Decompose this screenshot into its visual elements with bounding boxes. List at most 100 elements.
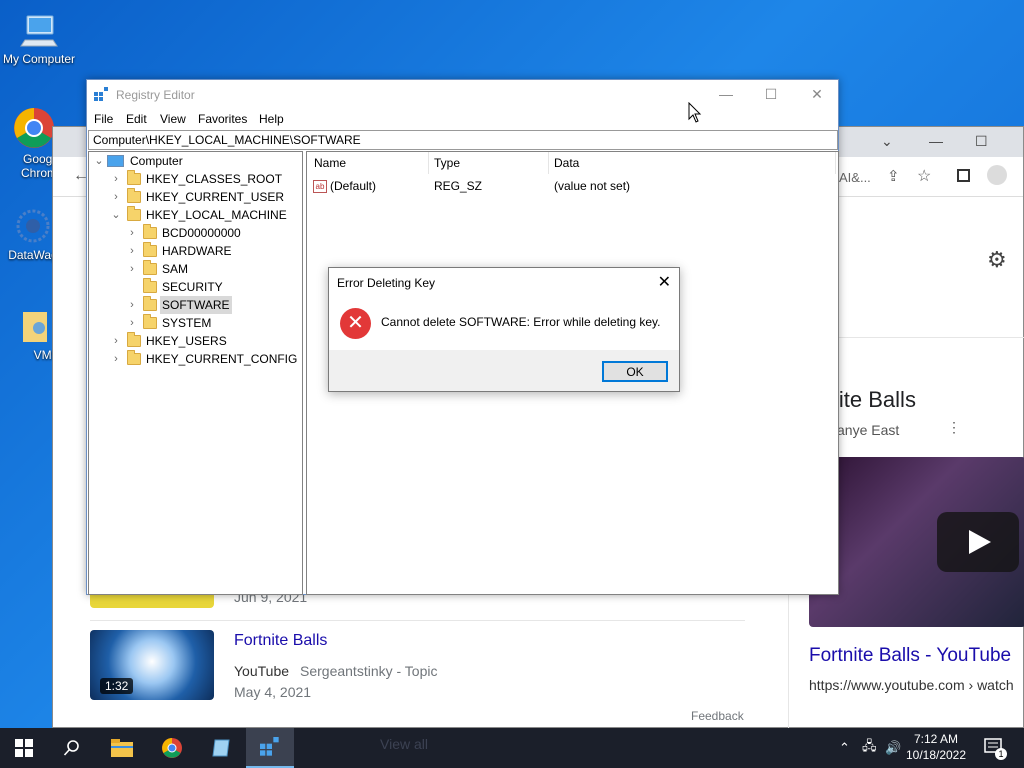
chevron-down-icon[interactable]: ⌄ <box>881 133 893 150</box>
chevron-right-icon[interactable]: › <box>127 296 137 314</box>
chevron-down-icon[interactable]: ⌄ <box>94 152 104 170</box>
computer-icon <box>107 155 124 167</box>
menu-file[interactable]: File <box>94 112 113 126</box>
bookmark-star-icon[interactable]: ☆ <box>917 166 931 186</box>
desktop-icon-label: My Computer <box>2 52 76 66</box>
chevron-down-icon[interactable]: ⌄ <box>111 206 121 224</box>
desktop-icon-label: DataWag <box>8 248 58 262</box>
error-icon: ✕ <box>340 308 371 339</box>
chevron-right-icon[interactable]: › <box>111 350 121 368</box>
menu-edit[interactable]: Edit <box>126 112 147 126</box>
value-name: (Default) <box>330 179 377 193</box>
value-row[interactable]: ab (Default) REG_SZ (value not set) <box>307 152 837 196</box>
profile-avatar[interactable] <box>987 165 1007 185</box>
titlebar: Registry Editor — ☐ ✕ <box>87 80 838 109</box>
tree-item-hkey-current-config[interactable]: › HKEY_CURRENT_CONFIG <box>89 350 299 368</box>
tree-item-security[interactable]: SECURITY <box>89 278 299 296</box>
tree-item-label: HKEY_CURRENT_CONFIG <box>146 352 298 366</box>
tree-item-label: BCD00000000 <box>162 226 241 240</box>
menu-view[interactable]: View <box>160 112 186 126</box>
more-vert-icon[interactable]: ⋮ <box>947 419 961 436</box>
panel-link-title[interactable]: Fortnite Balls - YouTube <box>809 645 1011 667</box>
share-icon[interactable]: ⇪ <box>887 167 900 185</box>
result-title[interactable]: Fortnite Balls <box>234 632 327 650</box>
chevron-right-icon[interactable]: › <box>111 188 121 206</box>
tree-item-bcd[interactable]: › BCD00000000 <box>89 224 299 242</box>
menu-favorites[interactable]: Favorites <box>198 112 247 126</box>
tree-item-system[interactable]: › SYSTEM <box>89 314 299 332</box>
tree-item-hkey-users[interactable]: › HKEY_USERS <box>89 332 299 350</box>
panel-video-thumbnail[interactable] <box>809 457 1024 627</box>
minimize-button[interactable]: — <box>703 80 749 109</box>
ok-button[interactable]: OK <box>602 361 668 382</box>
view-all-link[interactable]: View all <box>380 736 428 752</box>
user-folder-icon <box>13 306 53 346</box>
chevron-right-icon[interactable]: › <box>127 224 137 242</box>
feedback-link[interactable]: Feedback <box>691 709 744 723</box>
volume-icon[interactable]: 🔊 <box>885 728 901 768</box>
address-bar[interactable]: Computer\HKEY_LOCAL_MACHINE\SOFTWARE <box>88 130 838 150</box>
string-value-icon: ab <box>313 180 327 193</box>
chrome-icon <box>12 106 56 150</box>
chevron-right-icon[interactable]: › <box>111 170 121 188</box>
tree-item-label: HKEY_CURRENT_USER <box>146 190 285 204</box>
close-icon[interactable]: ✕ <box>658 272 671 292</box>
tree-item-hkey-classes-root[interactable]: › HKEY_CLASSES_ROOT <box>89 170 299 188</box>
tree-item-label: HKEY_LOCAL_MACHINE <box>146 208 287 222</box>
tree-item-hkey-local-machine[interactable]: ⌄ HKEY_LOCAL_MACHINE <box>89 206 299 224</box>
computer-icon <box>19 10 59 50</box>
mouse-cursor-icon <box>688 101 702 127</box>
network-icon[interactable]: 🖧 <box>862 728 877 768</box>
tree-item-hkey-current-user[interactable]: › HKEY_CURRENT_USER <box>89 188 299 206</box>
tree-item-sam[interactable]: › SAM <box>89 260 299 278</box>
folder-icon <box>127 206 141 221</box>
result-date: May 4, 2021 <box>234 684 312 700</box>
tree-item-software[interactable]: › SOFTWARE <box>89 296 299 314</box>
key-tree[interactable]: ⌄ Computer › HKEY_CLASSES_ROOT › HKEY_CU… <box>88 151 303 595</box>
tree-item-computer[interactable]: ⌄ Computer <box>89 152 299 170</box>
notification-center-icon[interactable]: 1 <box>982 736 1007 760</box>
close-button[interactable]: ✕ <box>794 80 840 109</box>
clock[interactable]: 7:12 AM 10/18/2022 <box>904 731 968 763</box>
taskbar-chrome[interactable] <box>148 728 196 768</box>
taskbar-notepad[interactable] <box>197 728 245 768</box>
notepad-icon <box>212 739 230 757</box>
menubar: File Edit View Favorites Help <box>87 109 838 129</box>
tree-item-hardware[interactable]: › HARDWARE <box>89 242 299 260</box>
folder-icon <box>143 242 157 257</box>
chevron-right-icon[interactable]: › <box>111 332 121 350</box>
taskbar-regedit[interactable] <box>246 728 294 768</box>
maximize-button[interactable]: ☐ <box>748 80 794 109</box>
value-data: (value not set) <box>554 179 631 193</box>
notification-badge: 1 <box>995 748 1007 760</box>
minimize-icon[interactable]: — <box>929 133 943 149</box>
panel-url: https://www.youtube.com › watch <box>809 677 1014 693</box>
window-title: Registry Editor <box>116 88 195 102</box>
taskbar-file-explorer[interactable] <box>98 728 146 768</box>
maximize-icon[interactable]: ☐ <box>975 133 988 150</box>
tree-item-label: HKEY_USERS <box>146 334 227 348</box>
chevron-right-icon[interactable]: › <box>127 260 137 278</box>
folder-icon <box>127 170 141 185</box>
settings-gear-icon[interactable]: ⚙ <box>987 247 1007 273</box>
omnibox-text[interactable]: AI&... <box>839 170 871 185</box>
tree-item-label: SYSTEM <box>162 316 212 330</box>
chevron-right-icon[interactable]: › <box>127 314 137 332</box>
result-thumbnail[interactable]: 1:32 <box>90 630 214 700</box>
folder-icon <box>143 224 157 239</box>
tree-item-label: HKEY_CLASSES_ROOT <box>146 172 283 186</box>
datawag-icon <box>13 206 53 246</box>
menu-help[interactable]: Help <box>259 112 284 126</box>
side-panel-icon[interactable] <box>957 169 970 182</box>
clock-time: 7:12 AM <box>913 732 959 746</box>
search-button[interactable] <box>48 728 96 768</box>
tray-overflow-icon[interactable]: ⌃ <box>839 728 850 768</box>
folder-icon <box>127 350 141 365</box>
folder-icon <box>143 260 157 275</box>
folder-icon <box>127 188 141 203</box>
play-button-icon[interactable] <box>937 512 1019 572</box>
result-channel: Sergeantstinky - Topic <box>300 663 438 679</box>
start-button[interactable] <box>0 728 48 768</box>
chevron-right-icon[interactable]: › <box>127 242 137 260</box>
desktop-icon-my-computer[interactable]: My Computer <box>1 10 77 66</box>
